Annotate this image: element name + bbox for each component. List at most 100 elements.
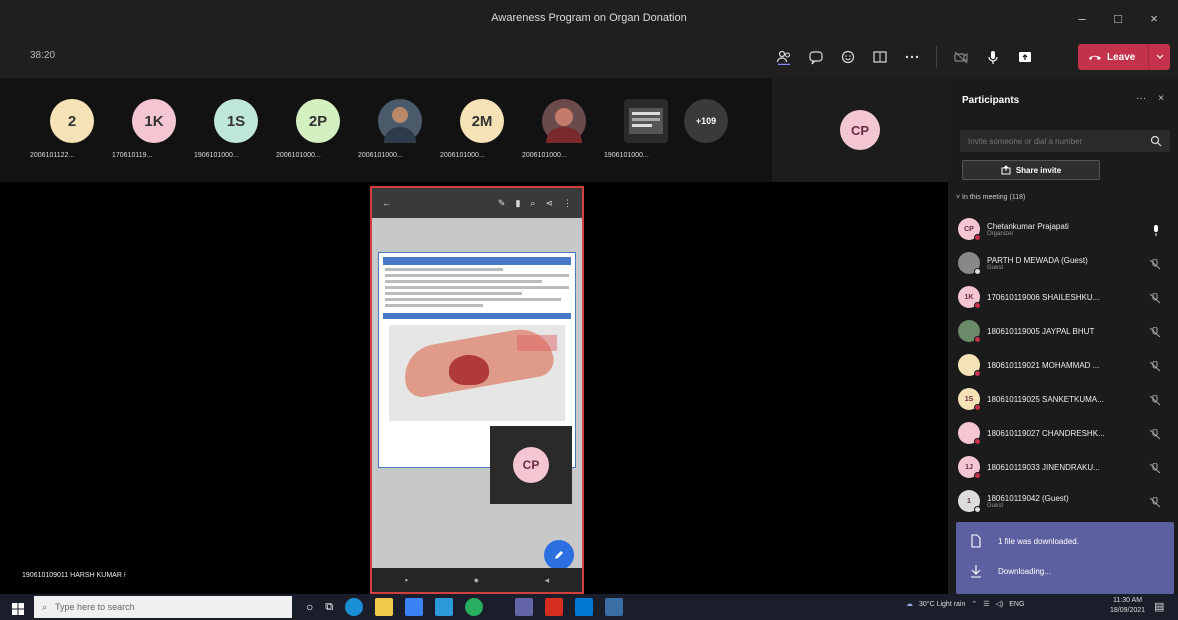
pin-icon: ⍿ [123,572,126,579]
mail-icon[interactable] [435,598,454,616]
store-icon[interactable] [405,598,424,616]
list-item[interactable]: 180610119027 CHANDRESHK... [958,416,1168,450]
participants-panel: Participants ··· × Share invite ˅ In thi… [948,78,1178,594]
participant-tile[interactable]: 2006101000... [358,92,438,172]
menu-icon: ⋮ [563,197,572,208]
share-screen-icon[interactable] [1009,44,1041,70]
back-arrow-icon: ← [382,198,391,208]
task-view-icon[interactable]: ⧉ [325,601,333,614]
meeting-toolbar: 38:20 Leave [0,36,1178,78]
cortana-icon[interactable]: ○ [306,600,313,614]
list-item[interactable]: PARTH D MEWADA (Guest) Guest [958,246,1168,280]
share-invite-button[interactable]: Share invite [962,160,1100,180]
list-item[interactable]: 1S 180610119025 SANKETKUMA... [958,382,1168,416]
share-icon [1001,165,1011,175]
muted-mic-icon [1149,461,1161,479]
participant-name: 1906101000... [604,152,649,159]
panel-more-icon[interactable]: ··· [1136,93,1146,104]
list-item[interactable]: 1J 180610119033 JINENDRAKU... [958,450,1168,484]
taskbar-search[interactable]: ⌕ Type here to search [34,596,292,618]
participant-name: 180610119033 JINENDRAKU... [987,462,1100,472]
close-button[interactable]: × [1136,11,1172,26]
minimize-button[interactable]: – [1064,11,1100,26]
chrome-icon[interactable] [465,598,484,616]
participant-tile[interactable]: 2M 2006101000... [440,92,520,172]
search-icon[interactable] [1150,134,1162,152]
chat-icon[interactable] [800,44,832,70]
reactions-icon[interactable] [832,44,864,70]
list-item[interactable]: 180610119021 MOHAMMAD ... [958,348,1168,382]
participants-icon[interactable] [768,44,800,70]
chevron-up-icon[interactable]: ⌃ [971,600,977,608]
edge-icon[interactable] [345,598,364,616]
search-icon: ⌕ [530,197,536,208]
avatar: 1S [958,388,981,411]
list-item[interactable]: 1K 170610119006 SHAILESHKU... [958,280,1168,314]
acrobat-icon[interactable] [545,598,564,616]
leave-button[interactable]: Leave [1078,44,1170,70]
participant-name: 2006101000... [276,152,321,159]
avatar: 1J [958,456,981,479]
window-controls: – □ × [1064,0,1172,36]
section-label-text: In this meeting (118) [962,194,1026,201]
weather-icon[interactable]: ☁ [906,600,913,608]
microphone-icon[interactable] [977,44,1009,70]
phone-app-icons: ✎ ▮ ⌕ ⋖ ⋮ [498,198,572,209]
clock-time: 11:30 AM [1112,597,1143,604]
avatar: CP [513,447,549,483]
leave-options-chevron-icon[interactable] [1148,44,1170,70]
teams-meeting-window: Awareness Program on Organ Donation – □ … [0,0,1178,620]
presenter-tile[interactable]: CP [772,78,948,182]
photos-icon[interactable] [575,598,594,616]
participant-tile[interactable]: 1S 1906101000... [194,92,274,172]
participant-tile[interactable]: 2P 2006101000... [276,92,356,172]
panel-close-icon[interactable]: × [1158,93,1164,104]
network-icon[interactable]: ☰ [983,600,989,608]
participant-tile[interactable]: 2006101000... [522,92,602,172]
leave-label: Leave [1107,51,1136,63]
downloading-text: Downloading... [998,566,1051,576]
section-label[interactable]: ˅ In this meeting (118) [956,194,1025,201]
volume-icon[interactable]: ◁) [996,600,1004,608]
participant-tile[interactable]: 1K 170610119... [112,92,192,172]
participant-name: PARTH D MEWADA (Guest) [987,255,1088,265]
title-bar: Awareness Program on Organ Donation – □ … [0,0,1178,36]
invite-input[interactable] [960,130,1170,152]
avatar: 2 [50,99,94,143]
more-participants-chip[interactable]: +109 [684,99,728,143]
participant-tile[interactable]: 2 2006101122... [30,92,110,172]
downloaded-text: 1 file was downloaded. [998,536,1079,546]
share-invite-label: Share invite [1015,165,1062,175]
file-explorer-icon[interactable] [375,598,394,616]
avatar [958,422,981,445]
participant-tile[interactable]: 1906101000... [604,92,684,172]
weather-text[interactable]: 30°C Light rain [919,601,965,608]
windows-taskbar: ⌕ Type here to search ○ ⧉ ☁ 30°C Light r… [0,594,1178,620]
muted-mic-icon [1149,325,1161,343]
avatar: 1S [214,99,258,143]
microphone-icon [1152,223,1160,241]
list-item[interactable]: CP Chetankumar Prajapati Organizer [958,212,1168,246]
participant-name: 2006101000... [522,152,567,159]
file-icon [971,534,981,548]
list-item[interactable]: 1 180610119042 (Guest) Guest [958,484,1168,518]
app-icon[interactable] [605,598,624,616]
participant-name: 180610119025 SANKETKUMA... [987,394,1104,404]
self-view-tile[interactable]: CP [490,426,572,504]
more-actions-icon[interactable] [896,44,928,70]
participant-name: 180610119027 CHANDRESHK... [987,428,1105,438]
teams-icon[interactable] [515,598,534,616]
download-notification[interactable]: 1 file was downloaded. Downloading... [956,522,1174,594]
taskbar-clock[interactable]: 11:30 AM 18/09/2021 [1110,596,1145,616]
notification-center-icon[interactable]: ▤ [1154,600,1164,613]
downloaded-row: 1 file was downloaded. [970,534,1079,548]
avatar-photo [378,99,422,143]
rooms-icon[interactable] [864,44,896,70]
list-item[interactable]: 180610119005 JAYPAL BHUT [958,314,1168,348]
window-title: Awareness Program on Organ Donation [491,12,687,24]
language-indicator[interactable]: ENG [1009,601,1024,608]
maximize-button[interactable]: □ [1100,11,1136,26]
windows-start-icon[interactable] [12,602,24,620]
camera-off-icon[interactable] [945,44,977,70]
edit-fab-button [544,540,574,570]
